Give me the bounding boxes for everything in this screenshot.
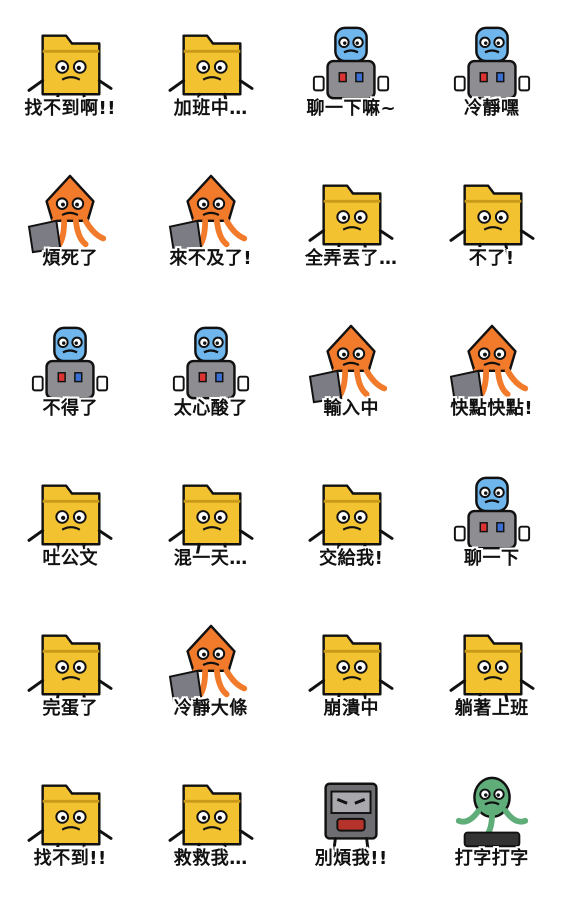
sticker-folder[interactable]: 混一天… [141, 450, 282, 600]
sticker-caption: 吐公文 [42, 548, 98, 569]
sticker-folder[interactable]: 救救我… [141, 750, 282, 900]
sticker-water-cooler[interactable]: 太心酸了 [141, 300, 282, 450]
sticker-green-creature[interactable]: 打字打字 [422, 750, 562, 900]
sticker-caption: 躺著上班 [454, 698, 529, 719]
sticker-caption: 輸入中 [323, 398, 379, 419]
sticker-caption: 冷靜大條 [173, 698, 248, 719]
sticker-folder[interactable]: 找不到啊!! [0, 0, 141, 150]
sticker-caption: 不了! [468, 248, 515, 269]
sticker-caption: 快點快點! [450, 398, 534, 419]
sticker-caption: 聊一下 [464, 548, 520, 569]
sticker-caption: 救救我… [173, 848, 248, 869]
sticker-caption: 加班中… [173, 98, 248, 119]
sticker-folder[interactable]: 崩潰中 [281, 600, 422, 750]
sticker-folder[interactable]: 全弄丟了… [281, 150, 422, 300]
sticker-squid[interactable]: 來不及了! [141, 150, 282, 300]
sticker-caption: 別煩我!! [314, 848, 388, 869]
sticker-caption: 太心酸了 [173, 398, 248, 419]
sticker-water-cooler[interactable]: 不得了 [0, 300, 141, 450]
sticker-caption: 全弄丟了… [305, 248, 398, 269]
sticker-squid[interactable]: 輸入中 [281, 300, 422, 450]
sticker-folder[interactable]: 加班中… [141, 0, 282, 150]
sticker-caption: 不得了 [42, 398, 98, 419]
sticker-water-cooler[interactable]: 聊一下嘛~ [281, 0, 422, 150]
sticker-water-cooler[interactable]: 聊一下 [422, 450, 562, 600]
sticker-water-cooler[interactable]: 冷靜嘿 [422, 0, 562, 150]
sticker-caption: 完蛋了 [42, 698, 98, 719]
sticker-grid: 找不到啊!! 加班中… 聊一下嘛~ 冷靜嘿 煩死了 來不及了! 全弄丟了… 不了… [0, 0, 562, 900]
sticker-folder[interactable]: 不了! [422, 150, 562, 300]
sticker-caption: 混一天… [173, 548, 248, 569]
sticker-caption: 找不到!! [33, 848, 107, 869]
sticker-squid[interactable]: 煩死了 [0, 150, 141, 300]
sticker-squid[interactable]: 冷靜大條 [141, 600, 282, 750]
sticker-caption: 聊一下嘛~ [306, 98, 397, 119]
sticker-folder[interactable]: 吐公文 [0, 450, 141, 600]
sticker-printer[interactable]: 別煩我!! [281, 750, 422, 900]
sticker-caption: 冷靜嘿 [464, 98, 520, 119]
sticker-folder[interactable]: 躺著上班 [422, 600, 562, 750]
sticker-folder[interactable]: 交給我! [281, 450, 422, 600]
sticker-caption: 交給我! [319, 548, 384, 569]
sticker-folder[interactable]: 完蛋了 [0, 600, 141, 750]
sticker-caption: 來不及了! [169, 248, 253, 269]
sticker-folder[interactable]: 找不到!! [0, 750, 141, 900]
sticker-caption: 找不到啊!! [24, 98, 116, 119]
sticker-caption: 打字打字 [454, 848, 529, 869]
sticker-caption: 崩潰中 [323, 698, 379, 719]
sticker-squid[interactable]: 快點快點! [422, 300, 562, 450]
sticker-caption: 煩死了 [42, 248, 98, 269]
